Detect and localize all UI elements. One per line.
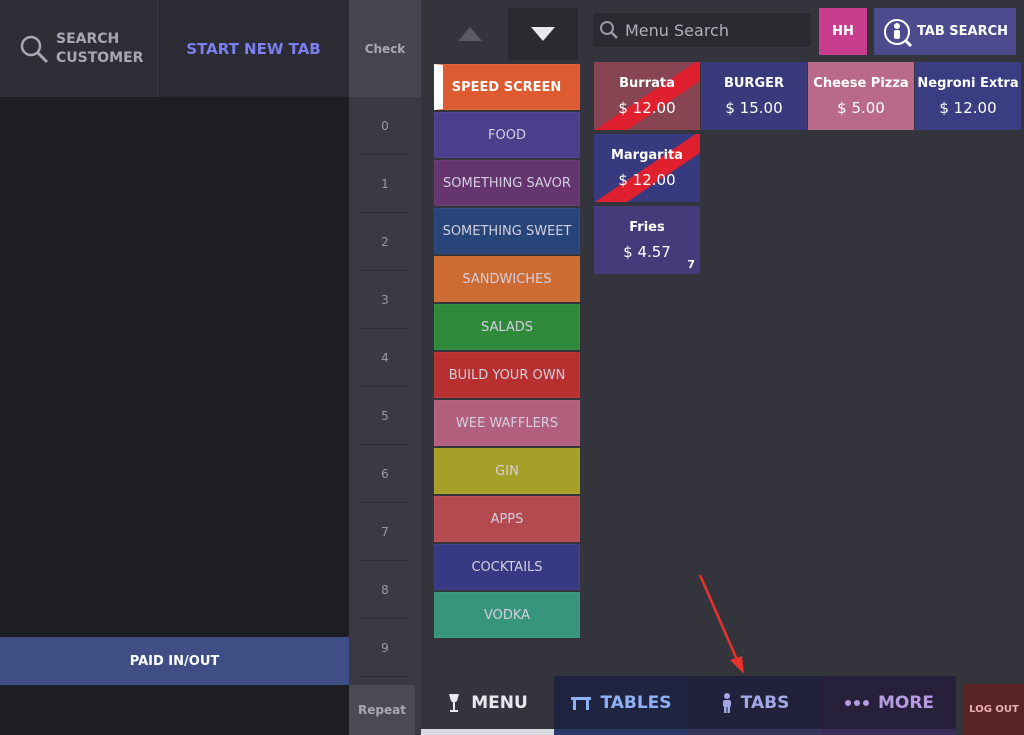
category-speed-screen[interactable]: SPEED SCREEN	[434, 64, 580, 110]
menu-item-price: $ 5.00	[837, 98, 885, 117]
search-icon	[600, 21, 618, 39]
person-icon	[722, 692, 731, 713]
more-dots-icon	[844, 699, 869, 706]
menu-item-name: Cheese Pizza	[813, 75, 909, 91]
menu-item-price: $ 15.00	[725, 98, 783, 117]
menu-item-price: $ 12.00	[618, 98, 676, 117]
tab-search-label: TAB SEARCH	[916, 24, 1009, 39]
item-stripe	[594, 62, 700, 130]
menu-item-cheese-pizza[interactable]: Cheese Pizza $ 5.00	[808, 62, 914, 130]
menu-search-input[interactable]	[625, 20, 805, 40]
scroll-up-button[interactable]	[434, 8, 506, 60]
nav-more-label: MORE	[877, 692, 935, 713]
menu-item-name: BURGER	[723, 75, 785, 91]
menu-item-name: Margarita	[610, 147, 684, 163]
triangle-down-icon	[531, 27, 555, 41]
wine-glass-icon	[449, 693, 460, 712]
menu-item-fries[interactable]: Fries $ 4.57 7	[594, 206, 700, 274]
left-header: SEARCH CUSTOMER START NEW TAB	[0, 0, 349, 97]
item-count-badge: 7	[687, 258, 695, 271]
numpad-key-0[interactable]: 0	[360, 97, 410, 155]
nav-menu-label: MENU	[471, 692, 528, 713]
numpad-key-9[interactable]: 9	[360, 619, 410, 677]
category-list: SPEED SCREEN FOOD SOMETHING SAVOR SOMETHING…	[434, 64, 580, 640]
category-gin[interactable]: GIN	[434, 448, 580, 494]
menu-item-name: Fries	[629, 219, 665, 235]
table-icon	[571, 696, 592, 710]
numpad-key-2[interactable]: 2	[360, 213, 410, 271]
numpad-key-1[interactable]: 1	[360, 155, 410, 213]
menu-item-price: $ 12.00	[939, 98, 997, 117]
menu-item-name: Negroni Extra	[917, 75, 1019, 91]
numpad-key-7[interactable]: 7	[360, 503, 410, 561]
numpad-key-3[interactable]: 3	[360, 271, 410, 329]
nav-more[interactable]: MORE	[822, 676, 956, 735]
numpad-key-6[interactable]: 6	[360, 445, 410, 503]
search-customer-button[interactable]: SEARCH CUSTOMER	[0, 0, 158, 97]
numpad-key-5[interactable]: 5	[360, 387, 410, 445]
left-footer	[0, 685, 349, 735]
category-cocktails[interactable]: COCKTAILS	[434, 544, 580, 590]
menu-item-price: $ 4.57	[623, 242, 671, 261]
hh-button[interactable]: HH	[819, 8, 867, 55]
triangle-up-icon	[458, 27, 482, 41]
menu-item-margarita[interactable]: Margarita $ 12.00	[594, 134, 700, 202]
nav-tabs[interactable]: TABS	[688, 676, 822, 735]
numpad-column: Check 0123456789 Repeat	[349, 0, 421, 735]
item-stripe	[594, 134, 700, 202]
category-wee-wafflers[interactable]: WEE WAFFLERS	[434, 400, 580, 446]
paid-in-out-button[interactable]: PAID IN/OUT	[0, 637, 349, 685]
order-area	[0, 97, 349, 637]
nav-tabs-label: TABS	[740, 692, 790, 713]
category-salads[interactable]: SALADS	[434, 304, 580, 350]
numpad-key-8[interactable]: 8	[360, 561, 410, 619]
scroll-down-button[interactable]	[508, 8, 578, 60]
menu-item-burrata[interactable]: Burrata $ 12.00	[594, 62, 700, 130]
category-something-savor[interactable]: SOMETHING SAVOR	[434, 160, 580, 206]
logout-button[interactable]: LOG OUT	[964, 684, 1024, 735]
menu-item-name: Burrata	[619, 75, 675, 91]
menu-search-box[interactable]	[593, 13, 811, 47]
category-something-sweet[interactable]: SOMETHING SWEET	[434, 208, 580, 254]
nav-tables-label: TABLES	[600, 692, 672, 713]
nav-tables[interactable]: TABLES	[554, 676, 688, 735]
annotation-arrow-icon	[698, 574, 744, 674]
numpad-list: 0123456789	[349, 97, 421, 677]
search-customer-label: SEARCH CUSTOMER	[56, 30, 144, 66]
category-sandwiches[interactable]: SANDWICHES	[434, 256, 580, 302]
menu-item-burger[interactable]: BURGER $ 15.00	[701, 62, 807, 130]
repeat-button[interactable]: Repeat	[349, 685, 415, 735]
menu-item-price: $ 12.00	[618, 170, 676, 189]
menu-item-negroni-extra[interactable]: Negroni Extra $ 12.00	[915, 62, 1021, 130]
start-new-tab-button[interactable]: START NEW TAB	[158, 0, 349, 97]
category-apps[interactable]: APPS	[434, 496, 580, 542]
category-vodka[interactable]: VODKA	[434, 592, 580, 638]
person-search-icon	[883, 18, 912, 47]
category-food[interactable]: FOOD	[434, 112, 580, 158]
tab-search-button[interactable]: TAB SEARCH	[874, 8, 1016, 55]
category-build-your-own[interactable]: BUILD YOUR OWN	[434, 352, 580, 398]
search-icon	[20, 35, 49, 63]
check-button[interactable]: Check	[349, 0, 421, 97]
numpad-key-4[interactable]: 4	[360, 329, 410, 387]
nav-menu[interactable]: MENU	[421, 676, 554, 735]
